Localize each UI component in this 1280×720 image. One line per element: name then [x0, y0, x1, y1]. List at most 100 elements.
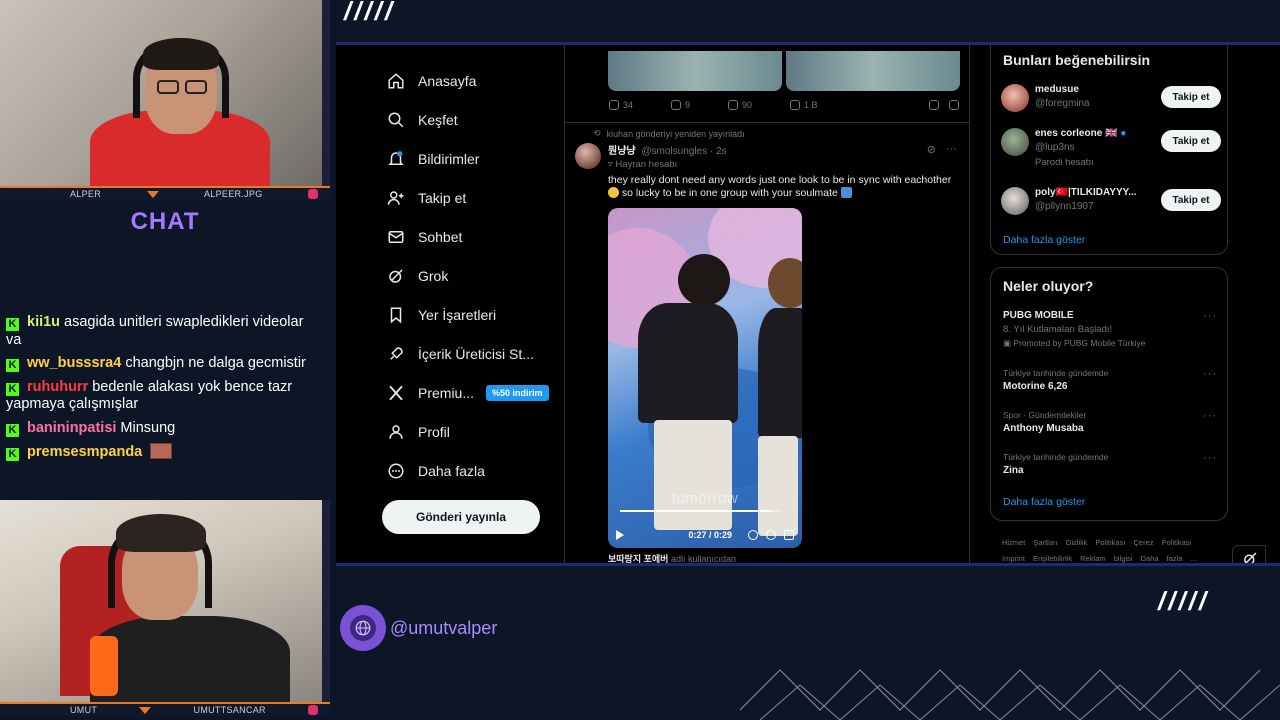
bookmark-icon[interactable]	[929, 100, 939, 110]
video-attribution: 보따랑지 포에버 adlı kullanıcıdan	[608, 552, 736, 563]
tweet-text-line1: they really dont need any words just one…	[608, 174, 952, 186]
suggestion-item[interactable]: poly🇹🇷|TILKIDAYYY... @pllynn1907 Takip e…	[1001, 185, 1221, 217]
promoted-icon: ▣	[1003, 338, 1014, 348]
suggestion-handle: @pllynn1907	[1035, 201, 1094, 212]
who-to-follow-box: Bunları beğenebilirsin medusue @foregmin…	[990, 45, 1228, 255]
grok-float-button[interactable]	[1232, 545, 1266, 563]
emote-icon	[150, 443, 173, 459]
x-logo-icon	[386, 383, 406, 403]
trends-show-more-link[interactable]: Daha fazla göster	[1003, 496, 1085, 508]
suggestion-name[interactable]: poly🇹🇷|TILKIDAYYY...	[1035, 187, 1137, 198]
settings-icon[interactable]	[766, 530, 776, 540]
tweet-author-name[interactable]: 뭔냥냥	[608, 146, 636, 157]
chat-text: changbjn ne dalga gecmistir	[125, 355, 306, 371]
previous-tweet-media[interactable]	[608, 51, 960, 91]
follow-button[interactable]: Takip et	[1161, 86, 1221, 108]
trend-item[interactable]: Türkiye tarihinde gündemde Motorine 6,26…	[1003, 368, 1217, 392]
suggestion-item[interactable]: enes corleone 🇬🇧 ● @lup3ns Parodi hesabı…	[1001, 126, 1221, 168]
browser-window: Anasayfa Keşfet Bildirimler Takip et Soh…	[336, 42, 1280, 566]
nav-label: İçerik Üreticisi St...	[418, 345, 534, 362]
avatar[interactable]	[1001, 128, 1029, 156]
suggestion-name[interactable]: medusue	[1035, 84, 1079, 95]
more-icon[interactable]: ···	[1203, 368, 1217, 380]
fan-account-text: Hayran hesabı	[615, 159, 678, 170]
tweet-time[interactable]: 2s	[716, 146, 727, 157]
grok-icon[interactable]: ⊘	[927, 143, 936, 156]
post-button[interactable]: Gönderi yayınla	[382, 500, 540, 534]
nav-item-notifications[interactable]: Bildirimler	[386, 139, 566, 178]
views-button[interactable]: 1 B	[790, 100, 818, 110]
more-icon[interactable]: ···	[1203, 410, 1217, 422]
decor-pattern	[740, 669, 1280, 720]
show-more-link[interactable]: Daha fazla göster	[1003, 234, 1085, 246]
more-icon[interactable]: ···	[1203, 310, 1217, 322]
nav-item-grok[interactable]: Grok	[386, 256, 566, 295]
trend-item[interactable]: Türkiye tarihinde gündemde Zina ···	[1003, 452, 1217, 476]
kick-icon: K	[6, 448, 19, 461]
reply-button[interactable]: 34	[609, 100, 633, 110]
nav-item-more[interactable]: Daha fazla	[386, 451, 566, 490]
kick-icon: K	[6, 318, 19, 331]
attribution-name[interactable]: 보따랑지 포에버	[608, 554, 668, 563]
cam-right-label: UMUTTSANCAR	[193, 705, 266, 715]
share-icon[interactable]	[949, 100, 959, 110]
tweet-video[interactable]: tomorrow 0:27 / 0:29	[608, 208, 802, 548]
nav-item-bookmarks[interactable]: Yer İşaretleri	[386, 295, 566, 334]
profile-icon	[386, 422, 406, 442]
nav-item-follow[interactable]: Takip et	[386, 178, 566, 217]
reply-icon	[609, 100, 619, 110]
nav-item-profile[interactable]: Profil	[386, 412, 566, 451]
trend-title: Anthony Musaba	[1003, 423, 1084, 434]
person-add-icon	[386, 188, 406, 208]
streamer-umut	[60, 506, 300, 702]
triangle-icon	[146, 190, 159, 198]
social-handle: @umutvalper	[340, 605, 497, 651]
avatar[interactable]	[575, 143, 601, 169]
nav-item-chat[interactable]: Sohbet	[386, 217, 566, 256]
repost-button[interactable]: 9	[671, 100, 690, 110]
nav-item-creator-studio[interactable]: İçerik Üreticisi St...	[386, 334, 566, 373]
divider	[565, 122, 969, 123]
video-progress-bar[interactable]	[620, 510, 782, 512]
suggestion-extra: Parodi hesabı	[1035, 157, 1094, 168]
video-time: 0:27 / 0:29	[688, 530, 732, 540]
volume-icon[interactable]	[748, 530, 758, 540]
chat-username: premsesmpanda	[27, 444, 143, 460]
cam-left-label: UMUT	[70, 705, 98, 715]
like-count: 90	[742, 100, 753, 110]
chat-title: CHAT	[130, 208, 200, 235]
suggestion-name[interactable]: enes corleone 🇬🇧 ●	[1035, 128, 1126, 139]
trend-item[interactable]: Spor · Gündemdekiler Anthony Musaba ···	[1003, 410, 1217, 434]
premium-discount-badge: %50 indirim	[486, 384, 549, 401]
play-icon[interactable]	[616, 530, 624, 540]
suggestion-handle: @lup3ns	[1035, 142, 1075, 153]
rocket-icon	[386, 344, 406, 364]
avatar[interactable]	[1001, 84, 1029, 112]
handle-text: @umutvalper	[390, 617, 498, 638]
cam-label-strip-top: ALPER ALPEER.JPG	[0, 186, 330, 200]
more-icon[interactable]: ···	[1203, 452, 1217, 464]
more-icon[interactable]: ···	[946, 143, 957, 156]
tweet-author-handle[interactable]: @smolsungles	[641, 146, 707, 157]
nav-item-explore[interactable]: Keşfet	[386, 100, 566, 139]
repost-count: 9	[685, 100, 691, 110]
trend-category: Türkiye tarihinde gündemde	[1003, 368, 1109, 378]
trend-item[interactable]: PUBG MOBILE 8. Yıl Kutlamaları Başladı! …	[1003, 310, 1217, 349]
nav-item-premium[interactable]: Premiu... %50 indirim	[386, 373, 566, 412]
like-button[interactable]: 90	[728, 100, 752, 110]
suggestion-handle: @foregmina	[1035, 98, 1090, 109]
decor-slashes-top: /////	[344, 0, 396, 26]
search-icon	[386, 110, 406, 130]
chat-panel: CHAT Kkii1u asagida unitleri swapledikler…	[0, 200, 330, 500]
fullscreen-icon[interactable]	[784, 530, 794, 540]
instagram-icon	[308, 189, 318, 199]
suggestion-item[interactable]: medusue @foregmina Takip et	[1001, 82, 1221, 114]
avatar[interactable]	[1001, 187, 1029, 215]
repost-icon: ⟲	[593, 128, 601, 138]
follow-button[interactable]: Takip et	[1161, 130, 1221, 152]
follow-button[interactable]: Takip et	[1161, 189, 1221, 211]
nav-label: Takip et	[418, 189, 467, 206]
chat-message: Kpremsesmpanda	[6, 443, 322, 462]
nav-item-home[interactable]: Anasayfa	[386, 61, 566, 100]
footer-links[interactable]: Hizmet Şartları Gizlilik Politikası Çere…	[1002, 535, 1222, 563]
